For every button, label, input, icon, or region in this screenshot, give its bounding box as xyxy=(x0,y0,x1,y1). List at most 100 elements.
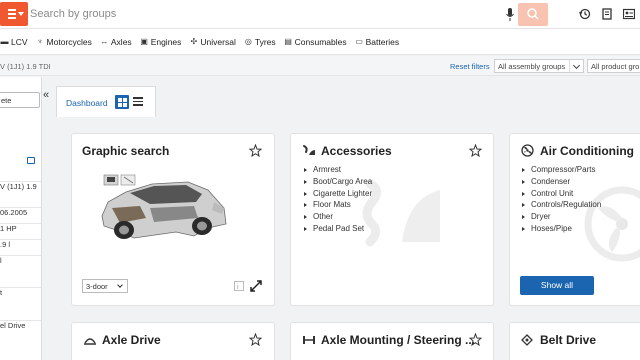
category-label: Universal xyxy=(200,36,236,47)
card-title: Axle Mounting / Steering ... xyxy=(321,333,476,347)
list-item[interactable]: Cigarette Lighter xyxy=(303,188,372,200)
filter-bar: V (1J1) 1.9 TDI Reset filters All assemb… xyxy=(0,56,640,76)
door-variant-select[interactable]: 3-door xyxy=(82,279,128,293)
assembly-groups-value: All assembly groups xyxy=(498,62,566,71)
category-engines[interactable]: ▣ Engines xyxy=(140,36,182,47)
vehicle-detail-row: V (1J1) 1.9 xyxy=(0,181,41,191)
dashboard-tab[interactable]: Dashboard xyxy=(56,86,156,117)
air-conditioning-list: Compressor/Parts Condenser Control Unit … xyxy=(521,164,601,235)
vehicle-name: V (1J1) 1.9 TDI xyxy=(0,62,51,71)
product-groups-select[interactable]: All product gro xyxy=(587,59,640,73)
list-item[interactable]: Control Unit xyxy=(521,188,601,200)
vehicle-detail-value: V (1J1) 1.9 xyxy=(0,182,37,191)
menu-button[interactable] xyxy=(0,2,28,26)
grid-view-button[interactable] xyxy=(115,95,129,109)
list-item[interactable]: Dryer xyxy=(521,211,601,223)
assembly-groups-select[interactable]: All assembly groups xyxy=(494,59,584,73)
star-icon[interactable] xyxy=(469,144,482,157)
category-label: Motorcycles xyxy=(46,36,92,47)
vehicle-detail-value: l xyxy=(0,256,2,265)
engine-icon: ▣ xyxy=(140,36,148,46)
motorcycle-icon: ♆ xyxy=(37,36,44,46)
delete-button[interactable]: ete xyxy=(0,92,40,108)
category-lcv[interactable]: ▬ LCV xyxy=(0,37,28,47)
category-axles[interactable]: ↔ Axles xyxy=(100,36,132,47)
info-icon[interactable]: i xyxy=(234,281,244,291)
vehicle-detail-row: l xyxy=(0,255,41,265)
category-label: Engines xyxy=(150,36,182,47)
belt-drive-icon xyxy=(521,334,533,346)
category-motorcycles[interactable]: ♆ Motorcycles xyxy=(36,37,92,47)
vehicle-detail-value: t xyxy=(0,288,3,297)
show-all-button[interactable]: Show all xyxy=(520,276,594,295)
axle-icon: ↔ xyxy=(100,36,109,46)
axle-icon xyxy=(303,336,315,344)
car-illustration[interactable] xyxy=(90,168,240,250)
axle-drive-icon xyxy=(84,338,96,345)
chevron-down-icon xyxy=(18,12,24,16)
list-item[interactable]: Boot/Cargo Area xyxy=(303,176,372,188)
list-item[interactable]: Compressor/Parts xyxy=(521,164,601,176)
card-title: Axle Drive xyxy=(102,333,161,347)
star-icon[interactable] xyxy=(249,333,262,346)
list-view-button[interactable] xyxy=(133,97,143,107)
vehicle-detail-value: el Drive xyxy=(0,321,26,330)
search-icon xyxy=(527,8,539,20)
category-label: Axles xyxy=(110,36,132,47)
battery-icon: ▭ xyxy=(355,36,363,46)
list-item[interactable]: Floor Mats xyxy=(303,199,372,211)
star-icon[interactable] xyxy=(469,333,482,346)
accessories-icon xyxy=(303,145,315,155)
chevron-down-icon xyxy=(569,60,583,72)
top-bar xyxy=(0,0,640,29)
vehicle-detail-row: .9 l xyxy=(0,239,41,249)
category-universal[interactable]: ✣ Universal xyxy=(189,36,236,47)
search-input[interactable] xyxy=(30,3,500,25)
vehicle-panel: ete V (1J1) 1.9 06.2005 1 HP .9 l l t el… xyxy=(0,77,42,360)
expand-icon[interactable] xyxy=(250,280,262,292)
search-button[interactable] xyxy=(518,3,548,26)
category-label: Consumables xyxy=(294,36,347,47)
vehicle-detail-row: t xyxy=(0,287,41,297)
card-title: Belt Drive xyxy=(540,333,597,347)
dashboard-tab-label: Dashboard xyxy=(66,98,108,108)
microphone-icon[interactable] xyxy=(505,8,515,22)
star-icon[interactable] xyxy=(249,144,262,157)
card-title: Graphic search xyxy=(82,144,170,158)
category-label: Tyres xyxy=(254,36,276,47)
door-variant-value: 3-door xyxy=(86,282,108,291)
chevron-down-icon xyxy=(117,282,123,288)
vehicle-detail-value: 06.2005 xyxy=(0,208,28,217)
consumables-icon: ▤ xyxy=(284,36,292,46)
list-item[interactable]: Hoses/Pipe xyxy=(521,223,601,235)
list-item[interactable]: Condenser xyxy=(521,176,601,188)
category-bar: ▬ LCV ♆ Motorcycles ↔ Axles ▣ Engines ✣ Unive… xyxy=(0,29,640,55)
tyre-icon: ◎ xyxy=(244,36,252,46)
truck-icon: ▬ xyxy=(0,36,9,46)
menu-icon xyxy=(8,9,16,21)
fan-icon xyxy=(521,144,534,157)
product-groups-value: All product gro xyxy=(591,62,640,71)
reset-filters-link[interactable]: Reset filters xyxy=(450,62,490,71)
category-tyres[interactable]: ◎ Tyres xyxy=(244,37,276,47)
list-item[interactable]: Pedal Pad Set xyxy=(303,223,372,235)
print-icon[interactable] xyxy=(27,157,35,164)
card-title: Accessories xyxy=(321,144,392,158)
id-card-icon[interactable] xyxy=(623,8,635,20)
list-item[interactable]: Armrest xyxy=(303,164,372,176)
universal-icon: ✣ xyxy=(190,36,198,46)
history-icon[interactable] xyxy=(579,8,591,20)
delete-button-label: ete xyxy=(1,96,12,105)
vehicle-detail-row: 06.2005 xyxy=(0,207,41,217)
document-icon[interactable] xyxy=(601,8,613,20)
category-batteries[interactable]: ▭ Batteries xyxy=(355,36,400,47)
list-item[interactable]: Other xyxy=(303,211,372,223)
category-consumables[interactable]: ▤ Consumables xyxy=(284,36,347,47)
category-label: Batteries xyxy=(365,36,400,47)
category-label: LCV xyxy=(11,36,28,47)
collapse-panel-icon[interactable]: « xyxy=(43,89,49,101)
accessories-list: Armrest Boot/Cargo Area Cigarette Lighte… xyxy=(303,164,372,235)
vehicle-detail-value: .9 l xyxy=(0,240,11,249)
list-item[interactable]: Controls/Regulation xyxy=(521,199,601,211)
vehicle-detail-row: 1 HP xyxy=(0,223,41,233)
